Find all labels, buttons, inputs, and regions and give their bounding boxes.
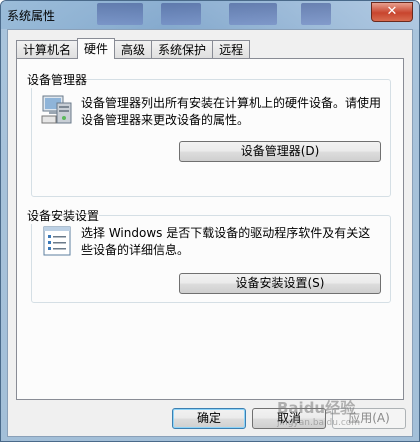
device-manager-group-label: 设备管理器: [27, 71, 88, 88]
background-decoration: [161, 3, 201, 25]
device-installation-settings-button[interactable]: 设备安装设置(S): [179, 273, 381, 294]
window-title: 系统属性: [7, 9, 56, 23]
baidu-watermark: Baidu经验 jingyan.baidu.com: [277, 397, 417, 433]
device-manager-description: 设备管理器列出所有安装在计算机上的硬件设备。请使用设备管理器来更改设备的属性。: [81, 96, 382, 127]
close-icon: ✕: [386, 4, 398, 19]
device-installation-group-label: 设备安装设置: [27, 207, 100, 224]
ok-button[interactable]: 确定: [172, 408, 246, 429]
tab-remote[interactable]: 远程: [212, 40, 251, 58]
tab-hardware[interactable]: 硬件: [77, 38, 116, 59]
hardware-tab-panel: 设备管理器 设备管理器列出所有安装在计算机上的硬件设备。请使用设备管理器来更改设…: [16, 58, 404, 400]
system-properties-window: 系统属性 ✕ 计算机名 硬件 高级 系统保护 远程 设备管理器 设备管理器列出所…: [0, 0, 420, 442]
watermark-text: Baidu经验: [277, 399, 356, 417]
tab-system-protection[interactable]: 系统保护: [151, 40, 214, 58]
device-manager-button[interactable]: 设备管理器(D): [179, 141, 381, 162]
device-manager-icon: [41, 93, 73, 125]
tab-bar: 计算机名 硬件 高级 系统保护 远程: [16, 38, 251, 59]
checklist-icon: [41, 225, 73, 257]
close-button[interactable]: ✕: [371, 2, 413, 22]
watermark-subtext: jingyan.baidu.com: [277, 418, 361, 428]
background-decoration: [229, 3, 277, 25]
device-installation-description: 选择 Windows 是否下载设备的驱动程序软件及有关这些设备的详细信息。: [81, 226, 371, 257]
background-decoration: [301, 3, 331, 25]
title-bar[interactable]: 系统属性 ✕: [1, 1, 419, 29]
background-decoration: [97, 3, 143, 25]
dialog-client-area: 计算机名 硬件 高级 系统保护 远程 设备管理器 设备管理器列出所有安装在计算机…: [7, 29, 413, 437]
tab-advanced[interactable]: 高级: [114, 40, 153, 58]
tab-computer-name[interactable]: 计算机名: [16, 40, 79, 58]
